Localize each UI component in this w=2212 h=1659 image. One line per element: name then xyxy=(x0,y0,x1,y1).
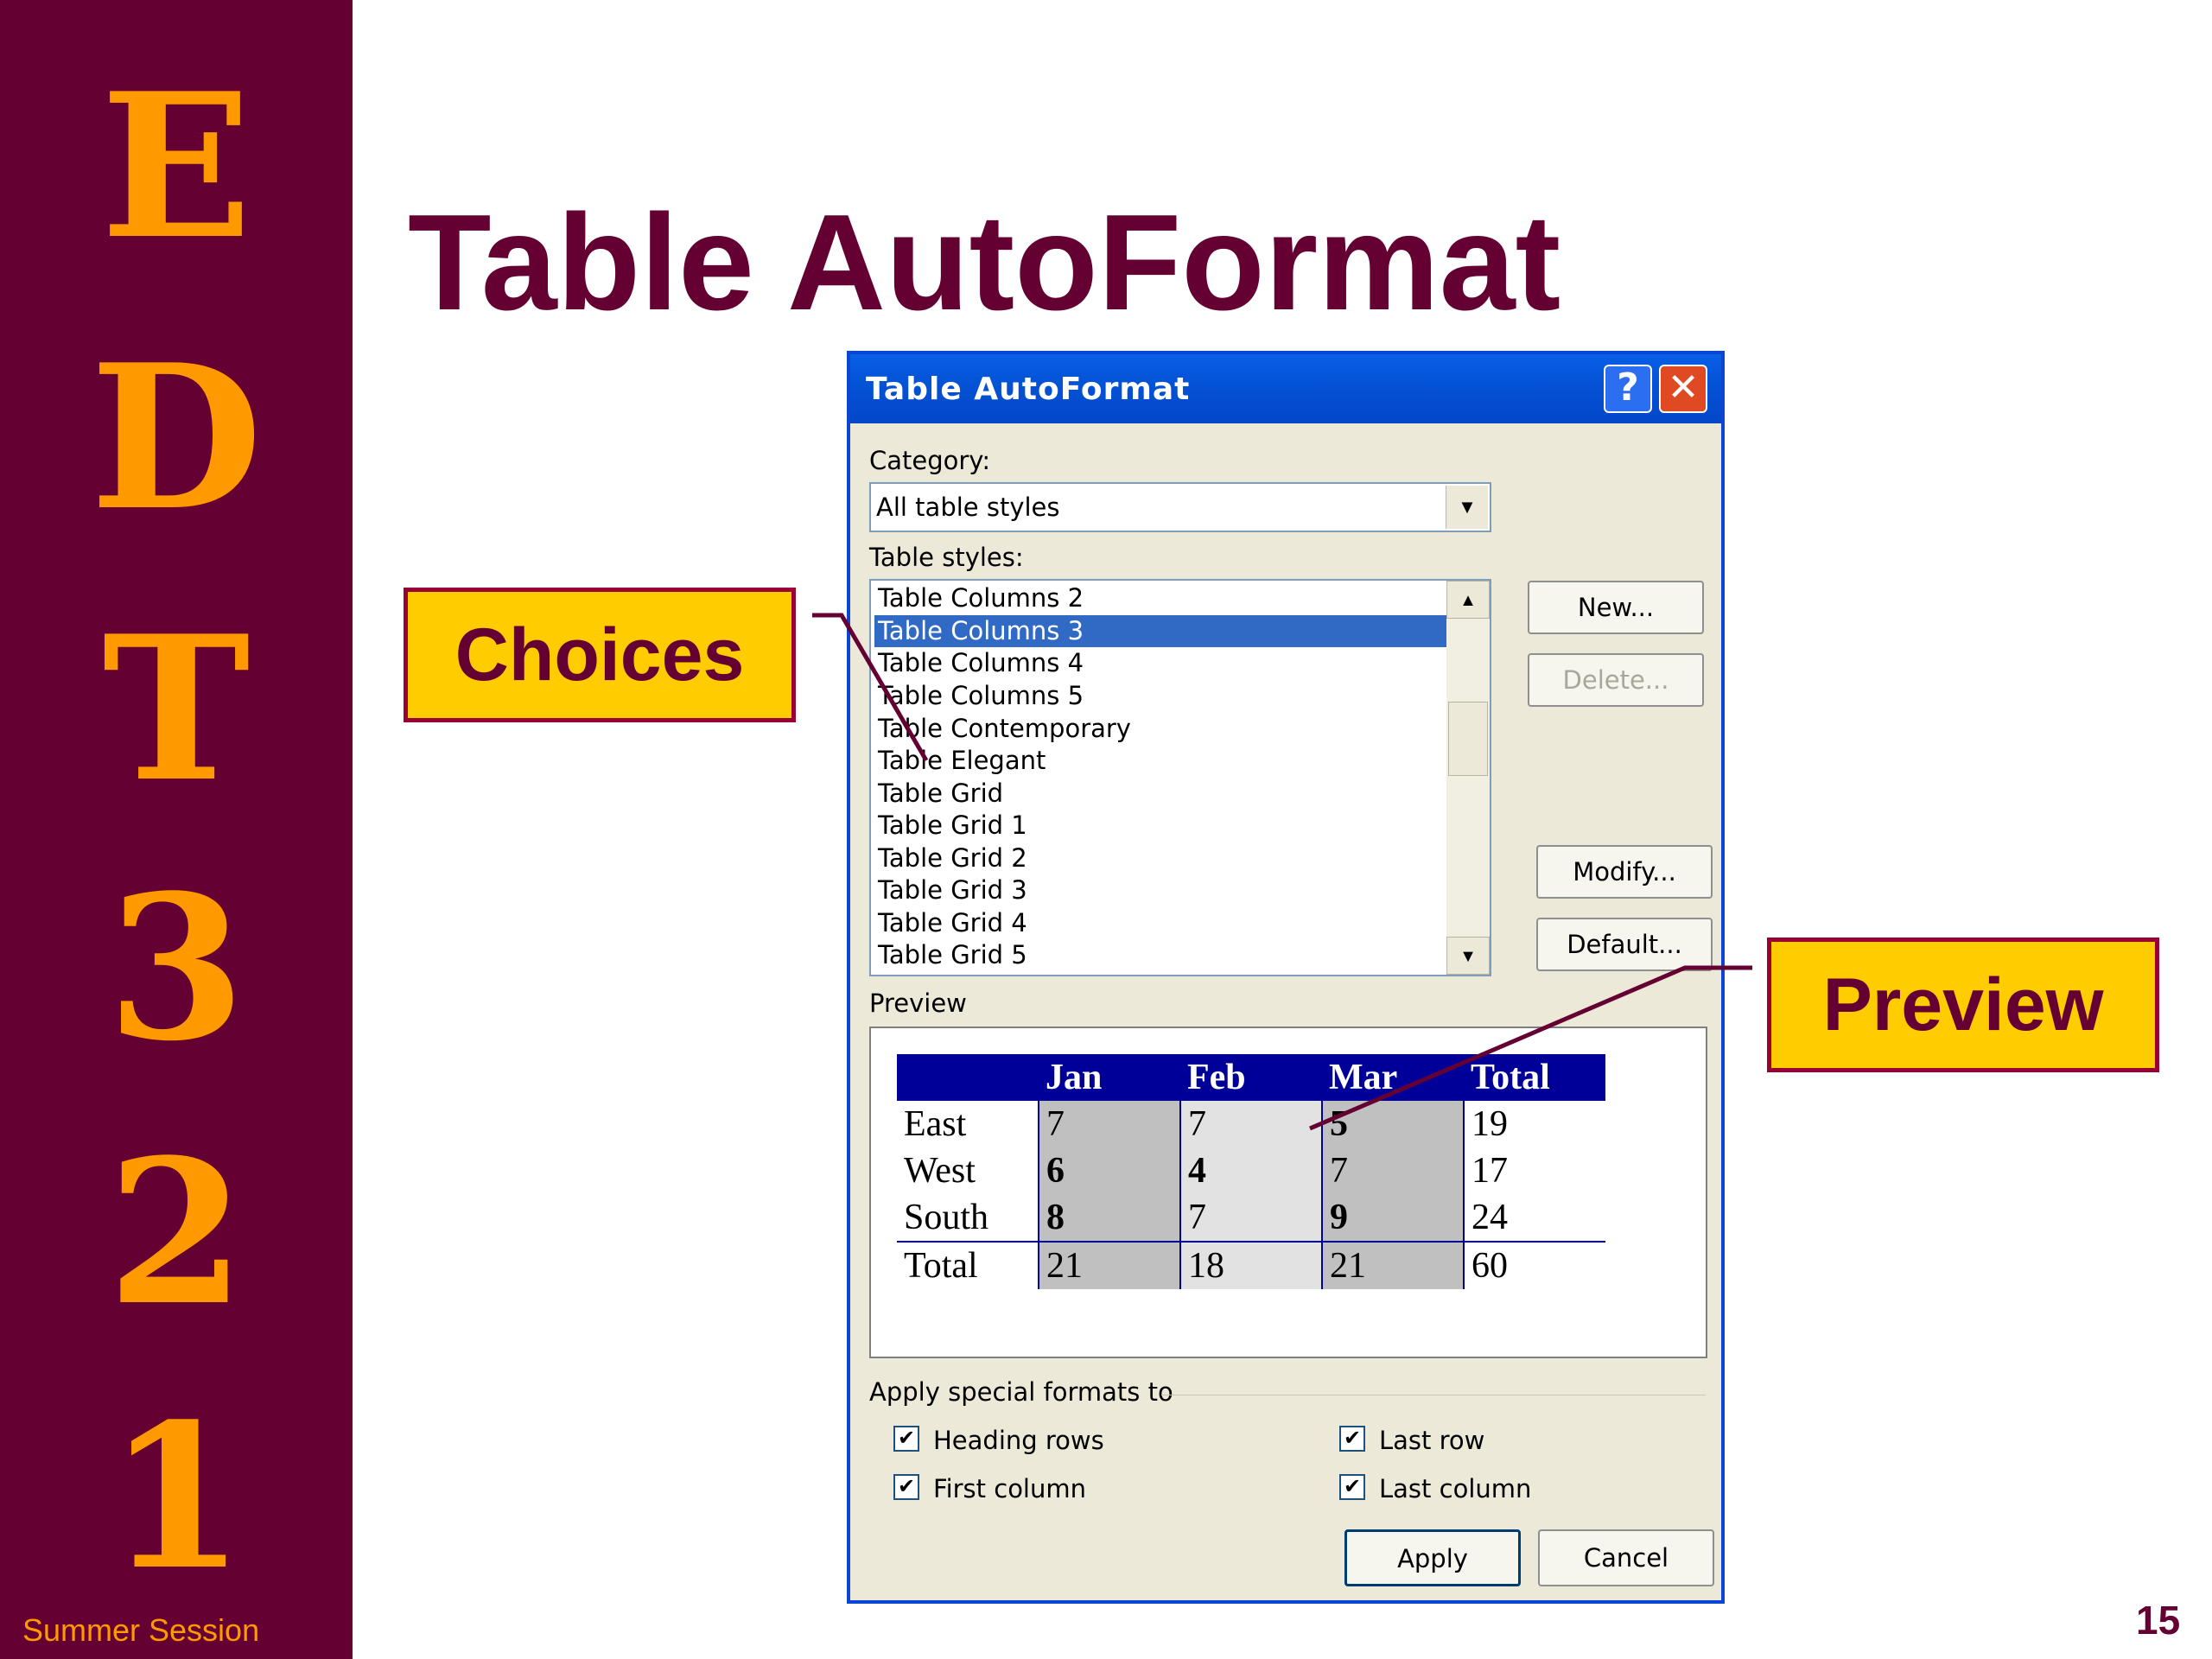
default-button[interactable]: Default... xyxy=(1536,918,1713,971)
table-cell: 19 xyxy=(1463,1101,1605,1147)
table-cell: East xyxy=(904,1104,967,1144)
table-cell: 4 xyxy=(1179,1147,1322,1194)
list-item[interactable]: Table Grid 3 xyxy=(874,874,1462,906)
delete-button[interactable]: Delete... xyxy=(1528,653,1704,707)
table-cell: Total xyxy=(897,1241,1039,1289)
sidebar-letter-e: E xyxy=(100,50,252,283)
choices-callout: Choices xyxy=(404,588,796,722)
table-cell xyxy=(897,1054,1039,1101)
table-cell: 6 xyxy=(1038,1147,1180,1194)
table-autoformat-dialog: Table AutoFormat ? ✕ Category: All table… xyxy=(847,351,1725,1604)
preview-label: Preview xyxy=(869,988,967,1018)
table-cell: 18 xyxy=(1179,1241,1322,1289)
sidebar-letter-1: 1 xyxy=(106,1381,246,1614)
table-cell: Total xyxy=(1464,1054,1605,1101)
sidebar: E D T 3 2 1 Summer Session xyxy=(0,0,353,1659)
scroll-thumb[interactable] xyxy=(1448,702,1488,776)
list-item[interactable]: Table Columns 5 xyxy=(874,680,1462,712)
last-column-label: Last column xyxy=(1379,1474,1532,1503)
table-cell: 21 xyxy=(1038,1241,1180,1289)
table-row: West 6 4 7 17 xyxy=(897,1147,1605,1194)
list-item[interactable]: Table Contemporary xyxy=(874,713,1462,745)
styles-scrollbar[interactable]: ▲ ▼ xyxy=(1446,581,1490,975)
slide-title: Table AutoFormat xyxy=(408,187,1561,339)
table-styles-list[interactable]: Table Columns 2 Table Columns 3 Table Co… xyxy=(869,579,1491,976)
close-button[interactable]: ✕ xyxy=(1659,365,1707,413)
first-column-checkbox[interactable]: ✔ xyxy=(893,1474,919,1500)
table-row: South 8 7 9 24 xyxy=(897,1194,1605,1242)
sidebar-letter-d: D xyxy=(90,321,263,555)
list-item[interactable]: Table Grid 2 xyxy=(874,842,1462,874)
apply-button[interactable]: Apply xyxy=(1344,1529,1521,1586)
sidebar-letter-3: 3 xyxy=(106,852,246,1085)
table-cell: 7 xyxy=(1179,1101,1322,1147)
first-column-label: First column xyxy=(933,1474,1087,1503)
list-item[interactable]: Table Grid 5 xyxy=(874,939,1462,971)
new-button[interactable]: New... xyxy=(1528,581,1704,634)
heading-rows-label: Heading rows xyxy=(933,1426,1104,1455)
table-cell: 9 xyxy=(1321,1194,1464,1242)
dialog-titlebar[interactable]: Table AutoFormat ? ✕ xyxy=(850,354,1721,423)
table-row: Total 21 18 21 60 xyxy=(897,1241,1605,1289)
list-item[interactable]: Table Grid xyxy=(874,778,1462,810)
category-label: Category: xyxy=(869,446,991,475)
table-cell: 7 xyxy=(1179,1194,1322,1242)
table-cell: 7 xyxy=(1038,1101,1180,1147)
table-cell: West xyxy=(904,1151,976,1191)
list-item-selected[interactable]: Table Columns 3 xyxy=(874,615,1462,647)
table-row: East 7 7 5 19 xyxy=(897,1101,1605,1147)
table-cell: 17 xyxy=(1463,1147,1605,1194)
last-column-checkbox[interactable]: ✔ xyxy=(1339,1474,1365,1500)
preview-box: Jan Feb Mar Total East 7 7 5 19 West 6 4… xyxy=(869,1027,1707,1358)
table-row: Jan Feb Mar Total xyxy=(897,1054,1605,1101)
list-item[interactable]: Table Elegant xyxy=(874,745,1462,777)
special-formats-label: Apply special formats to xyxy=(869,1377,1173,1407)
table-cell: 8 xyxy=(1038,1194,1180,1242)
scroll-down-icon[interactable]: ▼ xyxy=(1446,937,1490,975)
list-item[interactable]: Table Grid 4 xyxy=(874,907,1462,939)
sidebar-letter-t: T xyxy=(102,593,251,826)
heading-rows-checkbox[interactable]: ✔ xyxy=(893,1426,919,1452)
list-item[interactable]: Table Columns 4 xyxy=(874,647,1462,679)
table-cell: Feb xyxy=(1180,1054,1322,1101)
help-button[interactable]: ? xyxy=(1604,365,1652,413)
table-cell: Mar xyxy=(1322,1054,1464,1101)
table-cell: Jan xyxy=(1039,1054,1180,1101)
list-item[interactable]: Table Columns 2 xyxy=(874,582,1462,614)
table-cell: South xyxy=(904,1198,989,1237)
table-cell: 60 xyxy=(1463,1241,1605,1289)
category-select[interactable]: All table styles ▼ xyxy=(869,482,1491,532)
slide-number: 15 xyxy=(2136,1598,2181,1643)
category-value: All table styles xyxy=(876,493,1060,522)
dialog-title: Table AutoFormat xyxy=(866,372,1191,407)
table-cell: 21 xyxy=(1321,1241,1464,1289)
preview-callout: Preview xyxy=(1767,938,2159,1072)
sidebar-letter-2: 2 xyxy=(106,1116,246,1350)
cancel-button[interactable]: Cancel xyxy=(1538,1529,1714,1586)
table-cell: 7 xyxy=(1321,1147,1464,1194)
preview-table: Jan Feb Mar Total East 7 7 5 19 West 6 4… xyxy=(897,1054,1605,1289)
scroll-up-icon[interactable]: ▲ xyxy=(1446,581,1490,619)
modify-button[interactable]: Modify... xyxy=(1536,845,1713,899)
list-item[interactable]: Table Grid 1 xyxy=(874,810,1462,842)
table-cell: 5 xyxy=(1321,1101,1464,1147)
last-row-label: Last row xyxy=(1379,1426,1485,1455)
chevron-down-icon[interactable]: ▼ xyxy=(1446,486,1488,529)
last-row-checkbox[interactable]: ✔ xyxy=(1339,1426,1365,1452)
table-styles-label: Table styles: xyxy=(869,543,1024,572)
table-cell: 24 xyxy=(1463,1194,1605,1242)
sidebar-footer: Summer Session xyxy=(22,1612,260,1648)
